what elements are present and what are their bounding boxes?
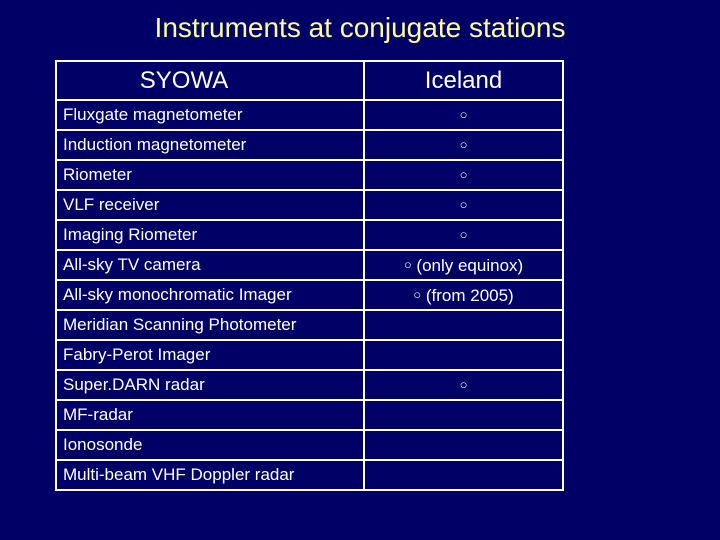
availability-circle-icon: ○ bbox=[413, 286, 422, 302]
table-row: Multi-beam VHF Doppler radar bbox=[55, 461, 564, 491]
iceland-availability-cell: ○ bbox=[365, 101, 564, 131]
iceland-availability-cell: ○ bbox=[365, 191, 564, 221]
table-row: Fluxgate magnetometer ○ bbox=[55, 101, 564, 131]
table-body: Fluxgate magnetometer ○ Induction magneto… bbox=[55, 101, 564, 491]
availability-circle-icon: ○ bbox=[403, 256, 412, 272]
slide-canvas: Instruments at conjugate stations SYOWA … bbox=[0, 0, 720, 540]
iceland-availability-cell: ○ bbox=[365, 371, 564, 401]
availability-note: (from 2005) bbox=[425, 285, 514, 305]
iceland-availability-cell bbox=[365, 311, 564, 341]
instrument-name-cell: Meridian Scanning Photometer bbox=[55, 311, 365, 341]
instruments-table: SYOWA Iceland Fluxgate magnetometer ○ Ind… bbox=[55, 60, 564, 491]
table-row: Induction magnetometer ○ bbox=[55, 131, 564, 161]
instrument-name-cell: Fabry-Perot Imager bbox=[55, 341, 365, 371]
instrument-name-cell: Induction magnetometer bbox=[55, 131, 365, 161]
iceland-availability-cell: ○ bbox=[365, 161, 564, 191]
instrument-name-cell: Imaging Riometer bbox=[55, 221, 365, 251]
instrument-name-cell: Ionosonde bbox=[55, 431, 365, 461]
iceland-availability-cell bbox=[365, 401, 564, 431]
instrument-name-cell: MF-radar bbox=[55, 401, 365, 431]
iceland-availability-cell: ○ bbox=[365, 221, 564, 251]
iceland-availability-cell: ○ (only equinox) bbox=[365, 251, 564, 281]
iceland-availability-cell bbox=[365, 461, 564, 491]
table-row: Meridian Scanning Photometer bbox=[55, 311, 564, 341]
instrument-name-cell: Riometer bbox=[55, 161, 365, 191]
instrument-name-cell: VLF receiver bbox=[55, 191, 365, 221]
iceland-availability-cell bbox=[365, 341, 564, 371]
instrument-name-cell: Fluxgate magnetometer bbox=[55, 101, 365, 131]
iceland-availability-cell bbox=[365, 431, 564, 461]
table-row: Imaging Riometer ○ bbox=[55, 221, 564, 251]
availability-note: (only equinox) bbox=[416, 255, 524, 275]
iceland-availability-cell: ○ (from 2005) bbox=[365, 281, 564, 311]
instrument-name-cell: All-sky monochromatic Imager bbox=[55, 281, 365, 311]
availability-circle-icon: ○ bbox=[459, 106, 468, 122]
table-row: All-sky monochromatic Imager ○ (from 2005… bbox=[55, 281, 564, 311]
availability-circle-icon: ○ bbox=[459, 196, 468, 212]
column-header-syowa: SYOWA bbox=[55, 60, 365, 101]
table-row: MF-radar bbox=[55, 401, 564, 431]
instrument-name-cell: Super.DARN radar bbox=[55, 371, 365, 401]
column-header-iceland: Iceland bbox=[365, 60, 564, 101]
availability-circle-icon: ○ bbox=[459, 226, 468, 242]
iceland-availability-cell: ○ bbox=[365, 131, 564, 161]
table-header-row: SYOWA Iceland bbox=[55, 60, 564, 101]
instrument-name-cell: Multi-beam VHF Doppler radar bbox=[55, 461, 365, 491]
availability-circle-icon: ○ bbox=[459, 136, 468, 152]
table-row: Super.DARN radar ○ bbox=[55, 371, 564, 401]
page-title: Instruments at conjugate stations bbox=[154, 12, 566, 43]
table-row: Fabry-Perot Imager bbox=[55, 341, 564, 371]
table-row: VLF receiver ○ bbox=[55, 191, 564, 221]
table-row: All-sky TV camera ○ (only equinox) bbox=[55, 251, 564, 281]
table-row: Riometer ○ bbox=[55, 161, 564, 191]
table-row: Ionosonde bbox=[55, 431, 564, 461]
instrument-name-cell: All-sky TV camera bbox=[55, 251, 365, 281]
table-header: SYOWA Iceland bbox=[55, 60, 564, 101]
availability-circle-icon: ○ bbox=[459, 376, 468, 392]
availability-circle-icon: ○ bbox=[459, 166, 468, 182]
